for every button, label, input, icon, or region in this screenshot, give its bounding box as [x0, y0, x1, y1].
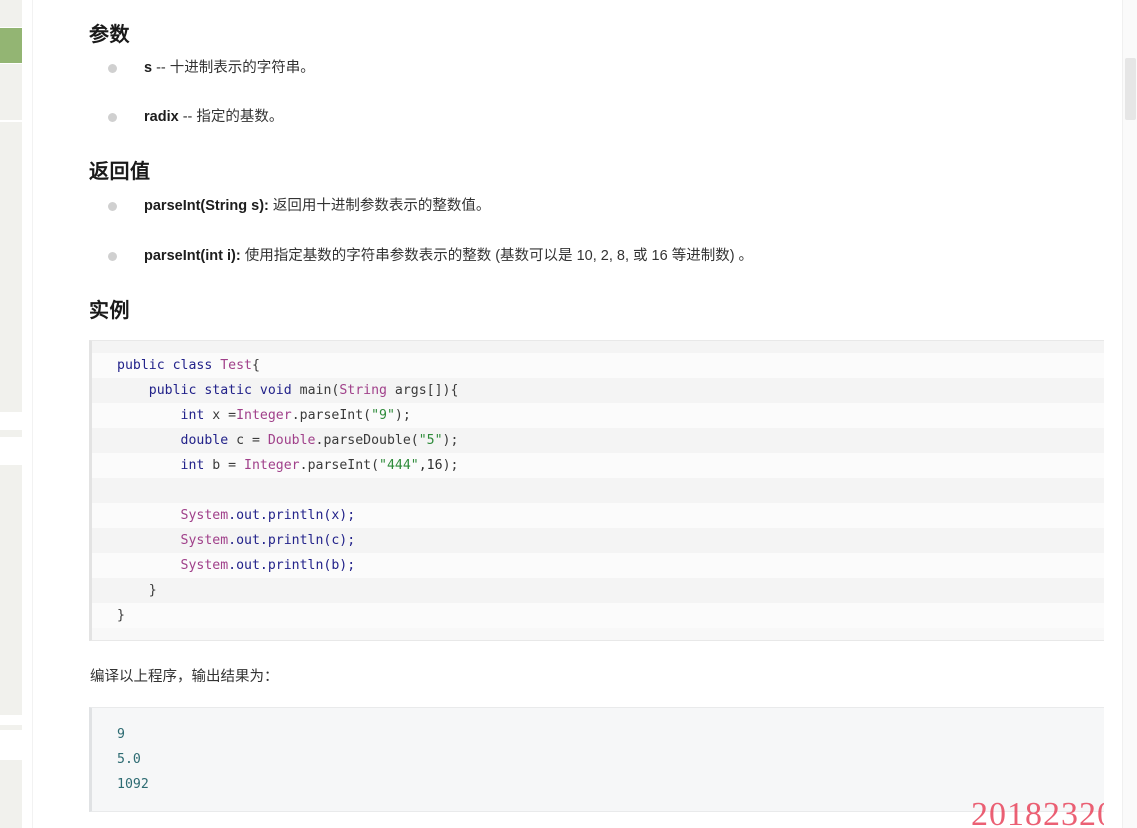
code-token-plain: ); [442, 458, 459, 473]
return-term: parseInt(String s): [144, 198, 269, 214]
code-token-class: Integer [244, 458, 300, 473]
code-token-plain: .parseInt( [299, 458, 380, 473]
code-token-plain: } [117, 608, 125, 623]
rail-block-1 [0, 0, 22, 27]
section-heading-params: 参数 [89, 24, 130, 46]
code-token-plain: .parseInt( [291, 408, 372, 423]
rail-block-2 [0, 64, 22, 120]
code-token-string: "9" [371, 408, 395, 423]
code-token-plain: main( [299, 383, 340, 398]
rail-block-7 [0, 760, 22, 828]
list-item: radix -- 指定的基数。 [89, 106, 989, 129]
rail-block-4 [0, 430, 22, 437]
code-token-class: System [117, 508, 229, 523]
code-line: double c = Double.parseDouble("5"); [92, 428, 1133, 453]
code-line: System.out.println(c); [92, 528, 1133, 553]
code-token-plain: c = [228, 433, 268, 448]
code-token-plain: ); [394, 408, 411, 423]
list-item: s -- 十进制表示的字符串。 [89, 57, 989, 80]
param-desc: 十进制表示的字符串。 [169, 60, 315, 76]
code-token-plain: args[]){ [386, 383, 459, 398]
content-gutter [22, 0, 33, 828]
code-line: } [92, 578, 1133, 603]
page-root: 参数 s -- 十进制表示的字符串。 radix -- 指定的基数。 返回值 p… [0, 0, 1137, 828]
param-desc: 指定的基数。 [196, 109, 284, 126]
code-token-class: String [339, 383, 387, 398]
code-token-class: System [117, 533, 229, 548]
rail-block-5 [0, 465, 22, 715]
code-line: public static void main(String args[]){ [92, 378, 1133, 403]
rail-block-6 [0, 725, 22, 730]
section-heading-return: 返回值 [89, 161, 151, 183]
code-token-keyword: class [164, 358, 221, 373]
list-item: parseInt(String s): 返回用十进制参数表示的整数值。 [89, 195, 1089, 218]
output-caption: 编译以上程序，输出结果为： [90, 669, 279, 685]
rail-active-marker[interactable] [0, 28, 22, 63]
code-token-number: ,16 [418, 458, 443, 473]
code-token-keyword: public [117, 358, 165, 373]
code-token-class: Integer [236, 408, 292, 423]
output-line: 9 [117, 727, 125, 742]
params-list: s -- 十进制表示的字符串。 radix -- 指定的基数。 [89, 57, 989, 155]
section-heading-example: 实例 [89, 300, 130, 322]
code-token-keyword: .out.println(x); [228, 508, 356, 523]
code-line: int b = Integer.parseInt("444",16); [92, 453, 1133, 478]
code-line: System.out.println(x); [92, 503, 1133, 528]
return-term: parseInt(int i): [144, 248, 241, 265]
content-right-edge [1104, 0, 1122, 828]
main-content: 参数 s -- 十进制表示的字符串。 radix -- 指定的基数。 返回值 p… [34, 0, 1134, 828]
param-term: s [144, 60, 153, 76]
code-line: int x =Integer.parseInt("9"); [92, 403, 1133, 428]
return-desc: 使用指定基数的字符串参数表示的整数 (基数可以是 10, 2, 8, 或 16 … [244, 248, 754, 265]
code-token-string: "444" [379, 458, 419, 473]
code-token-keyword: public static void [117, 383, 300, 398]
output-line: 1092 [117, 777, 149, 792]
param-sep: -- [178, 109, 197, 126]
left-sidebar-rail [0, 0, 22, 828]
code-line: System.out.println(b); [92, 553, 1133, 578]
rail-block-3 [0, 122, 22, 412]
code-token-plain: x = [204, 408, 237, 423]
return-desc: 返回用十进制参数表示的整数值。 [272, 198, 491, 214]
param-sep: -- [152, 60, 170, 76]
code-token-plain: { [251, 358, 260, 373]
vertical-scrollbar-track[interactable] [1122, 0, 1137, 828]
return-list: parseInt(String s): 返回用十进制参数表示的整数值。 pars… [89, 195, 1089, 295]
code-token-plain: } [117, 583, 157, 598]
code-token-class: Double [267, 433, 316, 448]
code-token-string: "5" [418, 433, 443, 448]
code-token-class: System [117, 558, 229, 573]
list-item: parseInt(int i): 使用指定基数的字符串参数表示的整数 (基数可以… [89, 245, 1089, 268]
code-token-plain: .parseDouble( [315, 433, 419, 448]
param-term: radix [144, 109, 179, 126]
code-block-example[interactable]: public class Test{ public static void ma… [89, 340, 1134, 641]
code-top-padding [92, 341, 1133, 353]
code-token-plain: b = [204, 458, 245, 473]
output-line: 5.0 [117, 752, 141, 767]
code-token-keyword: double [117, 433, 229, 448]
vertical-scrollbar-thumb[interactable] [1125, 58, 1136, 120]
watermark-text: 20182320 [971, 796, 1115, 828]
code-token-keyword: .out.println(b); [228, 558, 356, 573]
code-token-plain: ); [442, 433, 459, 448]
code-token-keyword: int [117, 458, 205, 473]
code-token-keyword: .out.println(c); [228, 533, 356, 548]
code-token-class: Test [220, 358, 252, 373]
code-token-keyword: int [117, 408, 205, 423]
code-bottom-padding [92, 628, 1133, 640]
code-line: public class Test{ [92, 353, 1133, 378]
code-line: } [92, 603, 1133, 628]
code-line-blank [92, 478, 1133, 503]
